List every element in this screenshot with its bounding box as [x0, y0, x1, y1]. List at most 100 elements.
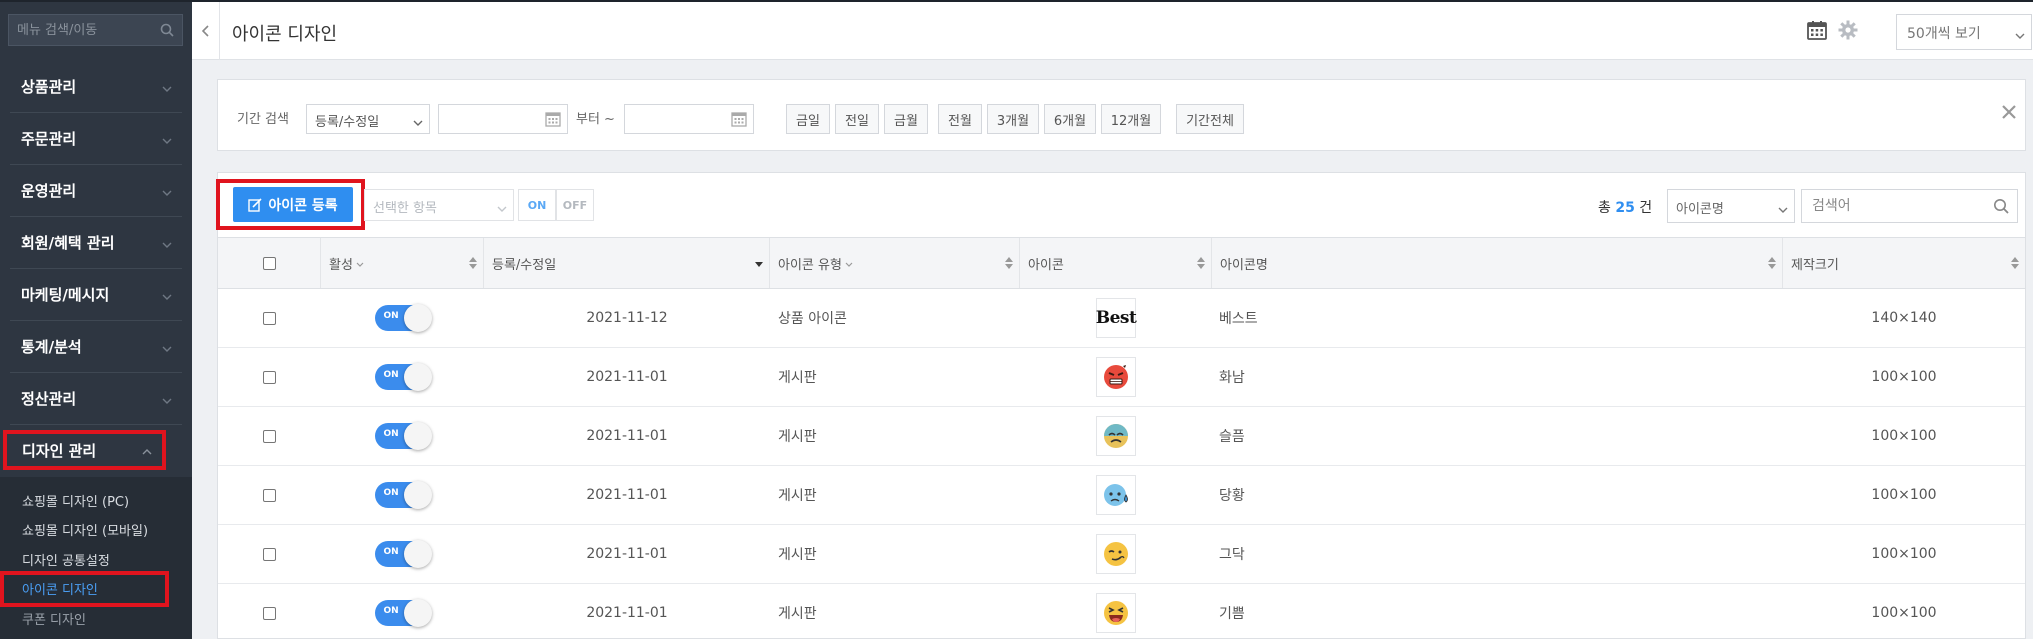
register-icon-label: 아이콘 등록 [268, 197, 338, 214]
table-header: 활성 등록/수정일 아이콘 유형 아이콘 아이콘명 제작크기 [218, 237, 2025, 289]
start-date-input[interactable] [438, 104, 568, 134]
sidebar-item-label: 운영관리 [21, 182, 77, 200]
active-toggle[interactable]: ON [374, 481, 432, 509]
active-toggle[interactable]: ON [374, 363, 432, 391]
column-type[interactable]: 아이콘 유형 [770, 238, 1020, 288]
end-date-input[interactable] [624, 104, 754, 134]
search-input[interactable] [1802, 190, 2017, 222]
calendar-icon[interactable] [545, 111, 561, 131]
table-row: ON 2021-11-01 게시판 기쁨 100×100 [218, 584, 2025, 639]
bulk-on-button[interactable]: ON [518, 189, 556, 221]
sidebar-item-member[interactable]: 회원/혜택 관리 [10, 217, 182, 269]
6-months-button[interactable]: 6개월 [1044, 104, 1096, 134]
submenu-shop-design-mobile[interactable]: 쇼핑몰 디자인 (모바일) [22, 520, 148, 539]
row-checkbox[interactable] [263, 429, 276, 443]
sidebar-item-label: 상품관리 [21, 78, 77, 96]
size-cell: 100×100 [1871, 487, 1937, 503]
chevron-down-icon [845, 256, 853, 271]
register-icon-button[interactable]: 아이콘 등록 [233, 187, 353, 222]
submenu-design-common-settings[interactable]: 디자인 공통설정 [22, 550, 110, 569]
name-cell: 당황 [1219, 488, 1245, 504]
sidebar-item-label: 마케팅/메시지 [21, 286, 110, 304]
chevron-down-icon [162, 182, 172, 200]
chevron-left-icon [201, 25, 209, 37]
sort-icon[interactable] [1005, 257, 1013, 273]
all-period-button[interactable]: 기간전체 [1176, 104, 1244, 134]
best-text: Best [1095, 308, 1137, 328]
sidebar-item-statistics[interactable]: 통계/분석 [10, 321, 182, 373]
toggle-state-label: ON [383, 606, 399, 616]
row-checkbox[interactable] [263, 606, 276, 620]
table-row: ON 2021-11-01 게시판 화남 100×100 [218, 348, 2025, 407]
collapse-sidebar-button[interactable] [192, 2, 220, 60]
row-checkbox[interactable] [263, 488, 276, 502]
row-checkbox[interactable] [263, 370, 276, 384]
page-size-select[interactable]: 50개씩 보기 [1896, 14, 2032, 50]
calendar-icon[interactable] [731, 111, 747, 131]
toggle-knob [403, 481, 432, 509]
chevron-down-icon [356, 256, 364, 271]
type-cell: 게시판 [778, 488, 817, 504]
chevron-down-icon [1778, 202, 1788, 217]
sidebar-item-design[interactable]: 디자인 관리 [3, 430, 166, 470]
chevron-down-icon [162, 234, 172, 252]
page-size-value: 50개씩 보기 [1907, 26, 1981, 42]
sort-icon[interactable] [1768, 257, 1776, 273]
size-cell: 100×100 [1871, 428, 1937, 444]
search-field-select[interactable]: 아이콘명 [1667, 189, 1795, 223]
close-icon[interactable] [2001, 104, 2017, 124]
submenu-shop-design-pc[interactable]: 쇼핑몰 디자인 (PC) [22, 491, 129, 510]
sidebar-item-label: 주문관리 [21, 130, 77, 148]
active-toggle[interactable]: ON [374, 422, 432, 450]
menu-search-input[interactable] [9, 15, 182, 45]
toggle-knob [403, 422, 432, 450]
column-size[interactable]: 제작크기 [1783, 238, 2025, 288]
row-checkbox[interactable] [263, 311, 276, 325]
chevron-down-icon [162, 130, 172, 148]
selected-items-select[interactable]: 선택한 항목 [364, 189, 514, 221]
sidebar-item-product[interactable]: 상품관리 [10, 61, 182, 113]
3-months-button[interactable]: 3개월 [987, 104, 1039, 134]
cold-sweat-face-icon [1096, 475, 1136, 515]
laughing-face-icon [1096, 593, 1136, 633]
column-name[interactable]: 아이콘명 [1212, 238, 1783, 288]
sidebar-item-operation[interactable]: 운영관리 [10, 165, 182, 217]
active-toggle[interactable]: ON [374, 540, 432, 568]
search-icon[interactable] [160, 23, 174, 41]
type-cell: 게시판 [778, 429, 817, 445]
last-month-button[interactable]: 전월 [938, 104, 982, 134]
column-icon[interactable]: 아이콘 [1020, 238, 1212, 288]
column-name-label: 아이콘명 [1220, 257, 1268, 273]
total-count: 총 25 건 [1598, 197, 1652, 217]
period-type-select[interactable]: 등록/수정일 [306, 104, 430, 134]
select-all-checkbox[interactable] [262, 256, 276, 270]
sidebar-item-order[interactable]: 주문관리 [10, 113, 182, 165]
search-icon[interactable] [1993, 198, 2009, 218]
type-cell: 게시판 [778, 370, 817, 386]
active-toggle[interactable]: ON [374, 599, 432, 627]
yesterday-button[interactable]: 전일 [835, 104, 879, 134]
row-checkbox[interactable] [263, 547, 276, 561]
sidebar-item-label: 정산관리 [21, 390, 77, 408]
page-title: 아이콘 디자인 [232, 24, 338, 45]
sort-icon[interactable] [469, 257, 477, 273]
toggle-knob [403, 304, 432, 332]
today-button[interactable]: 금일 [786, 104, 830, 134]
bulk-off-button[interactable]: OFF [556, 189, 594, 221]
sort-desc-icon[interactable] [755, 257, 763, 273]
submenu-coupon-design[interactable]: 쿠폰 디자인 [22, 609, 86, 628]
calendar-icon[interactable] [1807, 20, 1827, 44]
sort-icon[interactable] [1197, 257, 1205, 273]
sidebar-item-marketing[interactable]: 마케팅/메시지 [10, 269, 182, 321]
sad-face-icon [1096, 416, 1136, 456]
sidebar-item-settlement[interactable]: 정산관리 [10, 373, 182, 425]
this-month-button[interactable]: 금월 [884, 104, 928, 134]
column-active[interactable]: 활성 [321, 238, 484, 288]
column-date[interactable]: 등록/수정일 [484, 238, 770, 288]
sort-icon[interactable] [2011, 257, 2019, 273]
active-toggle[interactable]: ON [374, 304, 432, 332]
gear-icon[interactable] [1838, 20, 1858, 44]
total-suffix: 건 [1639, 200, 1653, 216]
chevron-down-icon [162, 78, 172, 96]
12-months-button[interactable]: 12개월 [1101, 104, 1161, 134]
